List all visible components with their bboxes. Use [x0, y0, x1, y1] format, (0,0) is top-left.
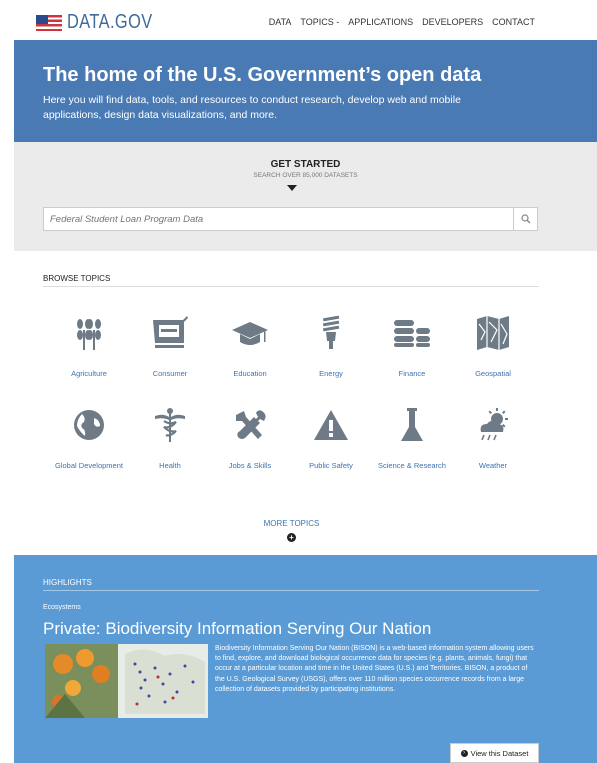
- wheat-icon: [69, 315, 109, 351]
- browse-topics-title: BROWSE TOPICS: [43, 274, 111, 283]
- topic-label: Consumer: [152, 369, 188, 378]
- nav-data[interactable]: DATA: [269, 17, 292, 27]
- us-flag-icon: [36, 14, 62, 31]
- get-started-section: GET STARTED SEARCH OVER 85,000 DATASETS: [14, 142, 597, 251]
- flask-icon: [392, 407, 432, 443]
- arrow-circle-icon: ›: [460, 749, 468, 757]
- get-started-subtitle: SEARCH OVER 85,000 DATASETS: [253, 172, 358, 179]
- topic-jobs-skills[interactable]: Jobs & Skills: [215, 407, 285, 472]
- topic-label: Science & Research: [378, 461, 446, 470]
- search-button[interactable]: [513, 208, 537, 230]
- hero-title: The home of the U.S. Government’s open d…: [43, 64, 482, 86]
- topic-label: Finance: [398, 369, 426, 378]
- plus-icon[interactable]: +: [287, 533, 296, 542]
- main-nav: DATA TOPICS - APPLICATIONS DEVELOPERS CO…: [269, 17, 535, 27]
- search-icon: [520, 214, 530, 224]
- view-dataset-button[interactable]: › View this Dataset: [450, 743, 539, 763]
- highlight-description: Biodiversity Information Serving Our Nat…: [215, 645, 534, 693]
- site-header: DATA.GOV DATA TOPICS - APPLICATIONS DEVE…: [0, 0, 597, 40]
- topic-finance[interactable]: Finance: [377, 315, 447, 380]
- logo-text: DATA.GOV: [67, 11, 153, 33]
- topic-label: Energy: [319, 369, 343, 378]
- more-topics-link[interactable]: MORE TOPICS: [0, 519, 583, 528]
- topic-weather[interactable]: Weather: [458, 407, 528, 472]
- topic-label: Weather: [478, 461, 508, 470]
- map-icon: [473, 315, 513, 351]
- lightbulb-icon: [311, 315, 351, 351]
- topic-science-research[interactable]: Science & Research: [377, 407, 447, 472]
- topic-label: Geospatial: [475, 369, 511, 378]
- nav-topics[interactable]: TOPICS -: [300, 17, 339, 27]
- shopping-cart-icon: [150, 315, 190, 351]
- topic-energy[interactable]: Energy: [296, 315, 366, 380]
- topic-label: Global Development: [55, 461, 123, 470]
- nav-developers[interactable]: DEVELOPERS: [422, 17, 483, 27]
- hero-banner: The home of the U.S. Government’s open d…: [14, 40, 597, 142]
- topic-agriculture[interactable]: Agriculture: [54, 315, 124, 380]
- divider: [43, 286, 539, 287]
- topic-consumer[interactable]: Consumer: [135, 315, 205, 380]
- topic-education[interactable]: Education: [215, 315, 285, 380]
- highlights-title: HIGHLIGHTS: [43, 578, 92, 587]
- site-logo[interactable]: DATA.GOV: [36, 11, 171, 34]
- highlights-section: HIGHLIGHTS Ecosystems Private: Biodivers…: [14, 555, 597, 763]
- topic-geospatial[interactable]: Geospatial: [458, 315, 528, 380]
- topic-label: Agriculture: [71, 369, 107, 378]
- nav-contact[interactable]: CONTACT: [492, 17, 535, 27]
- topic-health[interactable]: Health: [135, 407, 205, 472]
- get-started-title: GET STARTED: [270, 159, 341, 170]
- nav-applications[interactable]: APPLICATIONS: [348, 17, 413, 27]
- graduation-cap-icon: [230, 315, 270, 351]
- coins-icon: [392, 315, 432, 351]
- highlight-headline[interactable]: Private: Biodiversity Information Servin…: [43, 619, 431, 639]
- divider: [43, 590, 539, 591]
- view-dataset-label: View this Dataset: [470, 748, 529, 758]
- highlight-image[interactable]: [45, 644, 208, 718]
- down-arrow-icon: [287, 185, 297, 191]
- topic-public-safety[interactable]: Public Safety: [296, 407, 366, 472]
- tools-icon: [230, 407, 270, 443]
- globe-icon: [69, 407, 109, 443]
- topic-label: Education: [233, 369, 267, 378]
- search-input[interactable]: [44, 208, 513, 230]
- highlight-category: Ecosystems: [43, 604, 81, 611]
- dataset-search: [43, 207, 538, 231]
- warning-icon: [311, 407, 351, 443]
- weather-icon: [473, 407, 513, 443]
- topic-label: Health: [159, 461, 181, 470]
- hero-subtitle: Here you will find data, tools, and reso…: [43, 94, 461, 121]
- caduceus-icon: [150, 407, 190, 443]
- topic-label: Jobs & Skills: [228, 461, 272, 470]
- topic-global-development[interactable]: Global Development: [54, 407, 124, 472]
- topic-label: Public Safety: [309, 461, 353, 470]
